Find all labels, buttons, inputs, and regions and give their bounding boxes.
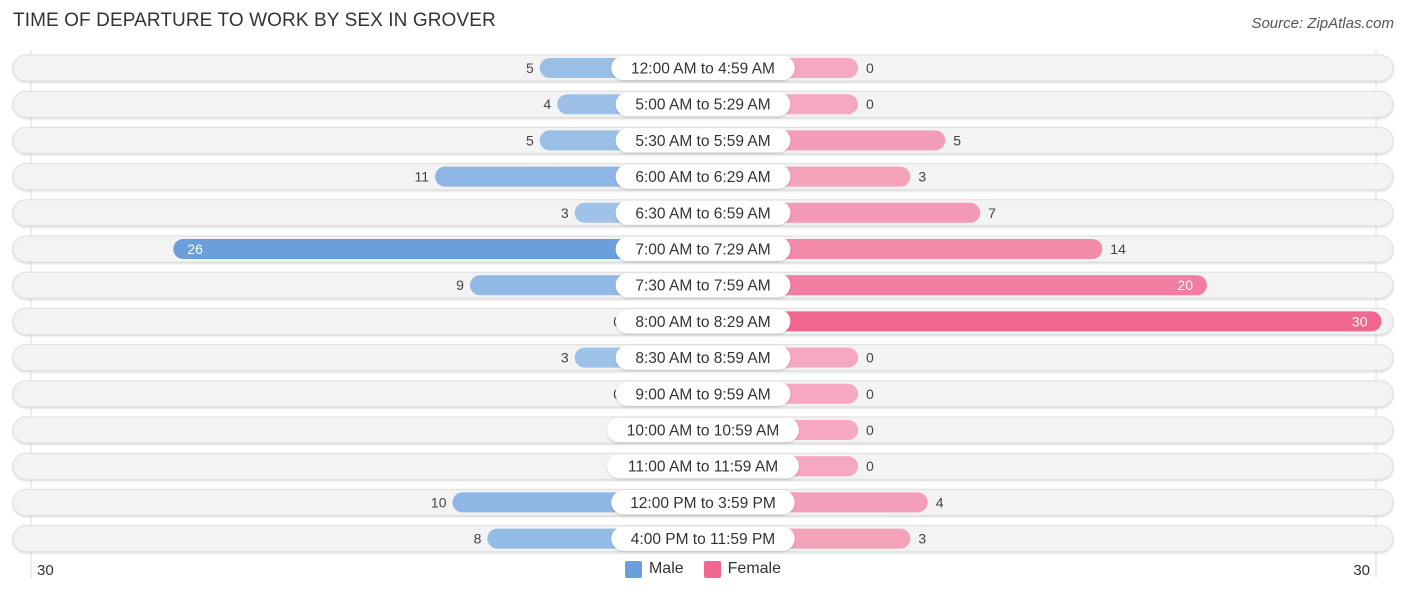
bar-row: 26 14 7:00 AM to 7:29 AM bbox=[12, 235, 1394, 263]
value-label-male: 9 bbox=[456, 277, 464, 293]
bar-row: 5 5 5:30 AM to 5:59 AM bbox=[12, 126, 1394, 154]
legend-item-male[interactable]: Male bbox=[624, 560, 684, 578]
value-label-female: 0 bbox=[866, 350, 874, 366]
bar-female bbox=[703, 311, 1382, 332]
bar-row: 0011:00 AM to 11:59 AM bbox=[12, 452, 1394, 480]
category-label: 6:30 AM to 6:59 AM bbox=[635, 205, 770, 222]
category-label: 4:00 PM to 11:59 PM bbox=[631, 531, 775, 548]
value-label-female: 0 bbox=[866, 386, 874, 402]
value-label-female: 0 bbox=[866, 60, 874, 76]
category-label: 8:30 AM to 8:59 AM bbox=[635, 350, 770, 367]
category-label: 6:00 AM to 6:29 AM bbox=[635, 169, 770, 186]
value-label-female: 0 bbox=[866, 458, 874, 474]
category-label: 11:00 AM to 11:59 AM bbox=[628, 459, 778, 476]
value-label-female: 0 bbox=[866, 96, 874, 112]
bar-row: 0308:00 AM to 8:29 AM bbox=[12, 307, 1394, 335]
legend-item-female[interactable]: Female bbox=[703, 560, 782, 578]
value-label-male: 11 bbox=[415, 169, 430, 185]
value-label-male: 4 bbox=[543, 96, 551, 112]
value-label-female: 14 bbox=[1110, 241, 1126, 257]
bar-row: 9 20 7:30 AM to 7:59 AM bbox=[12, 271, 1394, 299]
category-label: 5:00 AM to 5:29 AM bbox=[635, 97, 770, 114]
category-label: 12:00 PM to 3:59 PM bbox=[630, 495, 776, 512]
value-label-male: 3 bbox=[561, 350, 569, 366]
value-label-female: 5 bbox=[953, 132, 961, 148]
bar-row: 009:00 AM to 9:59 AM bbox=[12, 380, 1394, 408]
bar-row: 11 3 6:00 AM to 6:29 AM bbox=[12, 163, 1394, 191]
value-label-male: 10 bbox=[431, 494, 447, 510]
bar-row: 5 0 12:00 AM to 4:59 AM bbox=[12, 54, 1394, 82]
bar-row: 3 7 6:30 AM to 6:59 AM bbox=[12, 199, 1394, 227]
legend-swatch-female bbox=[703, 560, 721, 578]
value-label-male: 5 bbox=[526, 60, 534, 76]
category-label: 5:30 AM to 5:59 AM bbox=[635, 133, 770, 150]
value-label-female: 0 bbox=[866, 422, 874, 438]
chart-canvas: 5 0 12:00 AM to 4:59 AM 4 0 5:00 AM to 5:29 A… bbox=[12, 50, 1394, 578]
legend-label-male: Male bbox=[648, 560, 684, 577]
value-label-male: 5 bbox=[526, 132, 534, 148]
value-label-male: 26 bbox=[187, 241, 203, 257]
legend-swatch-male bbox=[624, 560, 642, 578]
value-label-female: 3 bbox=[918, 169, 926, 185]
category-label: 8:00 AM to 8:29 AM bbox=[635, 314, 770, 331]
bar-row: 0010:00 AM to 10:59 AM bbox=[12, 416, 1394, 444]
value-label-female: 20 bbox=[1177, 277, 1193, 293]
value-label-female: 4 bbox=[936, 494, 944, 510]
value-label-female: 30 bbox=[1352, 313, 1368, 329]
bar-row: 10 4 12:00 PM to 3:59 PM bbox=[12, 488, 1394, 516]
bar-row: 8 3 4:00 PM to 11:59 PM bbox=[12, 525, 1394, 553]
bar-row: 3 0 8:30 AM to 8:59 AM bbox=[12, 344, 1394, 372]
legend-label-female: Female bbox=[727, 560, 782, 577]
category-label: 7:30 AM to 7:59 AM bbox=[635, 278, 770, 295]
category-label: 7:00 AM to 7:29 AM bbox=[635, 242, 770, 259]
category-label: 12:00 AM to 4:59 AM bbox=[631, 61, 775, 78]
bar-row: 4 0 5:00 AM to 5:29 AM bbox=[12, 90, 1394, 118]
category-label: 9:00 AM to 9:59 AM bbox=[635, 386, 770, 403]
value-label-female: 7 bbox=[988, 205, 996, 221]
value-label-male: 3 bbox=[561, 205, 569, 221]
category-label: 10:00 AM to 10:59 AM bbox=[627, 423, 780, 440]
value-label-female: 3 bbox=[918, 531, 926, 547]
legend: Male Female bbox=[0, 560, 1406, 578]
value-label-male: 8 bbox=[474, 531, 482, 547]
